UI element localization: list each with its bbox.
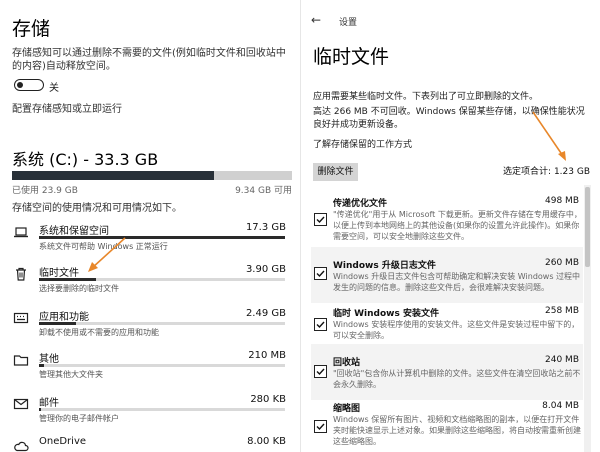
category-name: OneDrive: [39, 436, 87, 447]
configure-storage-sense-link[interactable]: 配置存储感知或立即运行: [12, 100, 122, 115]
category-name: 系统和保留空间: [39, 226, 109, 237]
category-other[interactable]: 其他 210 MB 管理其他大文件夹: [0, 344, 300, 384]
category-bar-fill: [39, 322, 76, 325]
category-subtext: 卸载不使用或不需要的应用和功能: [39, 328, 159, 337]
reserved-storage-link[interactable]: 了解存储保留的工作方式: [313, 137, 412, 150]
scrollbar-thumb[interactable]: [585, 187, 590, 267]
category-temp-files[interactable]: 临时文件 3.90 GB 选择要删除的临时文件: [0, 258, 300, 298]
checkbox[interactable]: [314, 318, 327, 331]
category-bar: [39, 364, 285, 367]
delete-files-button[interactable]: 删除文件: [313, 163, 358, 181]
file-name: Windows 升级日志文件: [333, 261, 436, 271]
category-bar-fill: [39, 408, 42, 411]
temp-files-description: 应用需要某些临时文件。下表列出了可立即删除的文件。: [313, 92, 539, 102]
category-size: 280 KB: [250, 394, 286, 405]
category-name: 临时文件: [39, 268, 79, 279]
usage-description: 存储空间的使用情况和可用情况如下。: [12, 203, 182, 214]
category-bar: [39, 408, 285, 411]
temp-files-pane: ← 设置 临时文件 应用需要某些临时文件。下表列出了可立即删除的文件。 高达 2…: [300, 0, 600, 452]
folder-icon: [13, 355, 29, 366]
category-bar-fill: [39, 278, 96, 281]
category-name: 应用和功能: [39, 312, 89, 323]
storage-sense-description: 存储感知可以通过删除不需要的文件(例如临时文件和回收站中的内容)自动释放空间。: [12, 48, 286, 72]
checkbox[interactable]: [314, 365, 327, 378]
settings-header: ← 设置: [301, 8, 600, 32]
settings-label: 设置: [339, 18, 358, 28]
category-size: 2.49 GB: [245, 308, 286, 319]
file-description: Windows 保留所有图片、视频和文档缩略图的副本，以便在打开文件夹时能快速显…: [333, 415, 581, 446]
trash-icon: [16, 267, 26, 281]
file-name: 回收站: [333, 358, 361, 368]
checkbox[interactable]: [314, 420, 327, 433]
available-space-label: 9.34 GB 可用: [235, 186, 292, 196]
file-description: Windows 安装程序使用的安装文件。这些文件是安装过程中留下的，可以安全删除…: [333, 320, 580, 340]
toggle-knob: [17, 82, 23, 88]
checkmark-icon: [316, 216, 325, 224]
storage-pane: 存储 存储感知可以通过删除不需要的文件(例如临时文件和回收站中的内容)自动释放空…: [0, 0, 300, 452]
file-size: 240 MB: [545, 355, 579, 365]
scrollbar[interactable]: [584, 185, 591, 452]
temp-files-title: 临时文件: [313, 46, 390, 68]
file-name: 缩略图: [333, 404, 361, 414]
category-subtext: 管理你的电子邮件帐户: [39, 414, 119, 423]
category-size: 210 MB: [248, 350, 286, 361]
category-system-reserved[interactable]: 系统和保留空间 17.3 GB 系统文件可帮助 Windows 正常运行: [0, 216, 300, 256]
category-name: 其他: [39, 354, 59, 365]
file-size: 8.04 MB: [542, 401, 579, 411]
laptop-icon: [14, 227, 28, 238]
drive-usage-fill: [12, 171, 214, 180]
category-bar-fill: [39, 364, 44, 367]
category-onedrive[interactable]: OneDrive 8.00 KB: [0, 430, 300, 452]
temp-file-row[interactable]: 缩略图 8.04 MB Windows 保留所有图片、视频和文档缩略图的副本，以…: [311, 390, 583, 452]
temp-file-list: 传递优化文件 498 MB "传递优化"用于从 Microsoft 下载更新。更…: [311, 185, 591, 452]
checkmark-icon: [316, 368, 325, 376]
checkmark-icon: [316, 423, 325, 431]
category-subtext: 选择要删除的临时文件: [39, 284, 119, 293]
file-size: 258 MB: [545, 306, 579, 316]
drive-title: 系统 (C:) - 33.3 GB: [12, 150, 159, 169]
back-arrow-icon[interactable]: ←: [311, 13, 321, 27]
temp-file-row[interactable]: 传递优化文件 498 MB "传递优化"用于从 Microsoft 下载更新。更…: [311, 185, 583, 241]
file-description: Windows 升级日志文件包含可帮助确定和解决安装 Windows 过程中发生…: [333, 272, 581, 292]
file-name: 传递优化文件: [333, 199, 388, 209]
category-bar: [39, 278, 285, 281]
category-name: 邮件: [39, 398, 59, 409]
temp-file-row[interactable]: 临时 Windows 安装文件 258 MB Windows 安装程序使用的安装…: [311, 295, 583, 351]
category-bar: [39, 322, 285, 325]
selected-total: 选定项合计: 1.23 GB: [503, 167, 590, 177]
file-size: 498 MB: [545, 196, 579, 206]
category-mail[interactable]: 邮件 280 KB 管理你的电子邮件帐户: [0, 388, 300, 428]
mail-icon: [13, 398, 29, 410]
category-apps-features[interactable]: 应用和功能 2.49 GB 卸载不使用或不需要的应用和功能: [0, 302, 300, 342]
page-title: 存储: [12, 18, 51, 40]
used-space-label: 已使用 23.9 GB: [12, 186, 78, 196]
toggle-state-label: 关: [49, 83, 59, 94]
checkmark-icon: [316, 270, 325, 278]
keyboard-icon: [13, 312, 29, 324]
reserved-storage-note: 高达 266 MB 不可回收。Windows 保留某些存储，以确保性能状况良好并…: [313, 107, 585, 130]
category-size: 8.00 KB: [247, 436, 286, 447]
checkmark-icon: [316, 321, 325, 329]
storage-sense-toggle[interactable]: [14, 79, 44, 91]
category-bar: [39, 236, 285, 239]
category-subtext: 管理其他大文件夹: [39, 370, 103, 379]
category-bar-fill: [39, 236, 285, 239]
drive-usage-bar: [12, 171, 292, 180]
file-description: "回收站"包含你从计算机中删除的文件。这些文件在清空回收站之前不会永久删除。: [333, 369, 581, 389]
file-size: 260 MB: [545, 258, 579, 268]
cloud-icon: [14, 441, 29, 452]
checkbox[interactable]: [314, 267, 327, 280]
file-name: 临时 Windows 安装文件: [333, 309, 439, 319]
category-size: 17.3 GB: [245, 222, 286, 233]
checkbox[interactable]: [314, 213, 327, 226]
file-description: "传递优化"用于从 Microsoft 下载更新。更新文件存储在专用缓存中，以便…: [333, 210, 582, 241]
category-subtext: 系统文件可帮助 Windows 正常运行: [39, 242, 168, 251]
category-size: 3.90 GB: [245, 264, 286, 275]
